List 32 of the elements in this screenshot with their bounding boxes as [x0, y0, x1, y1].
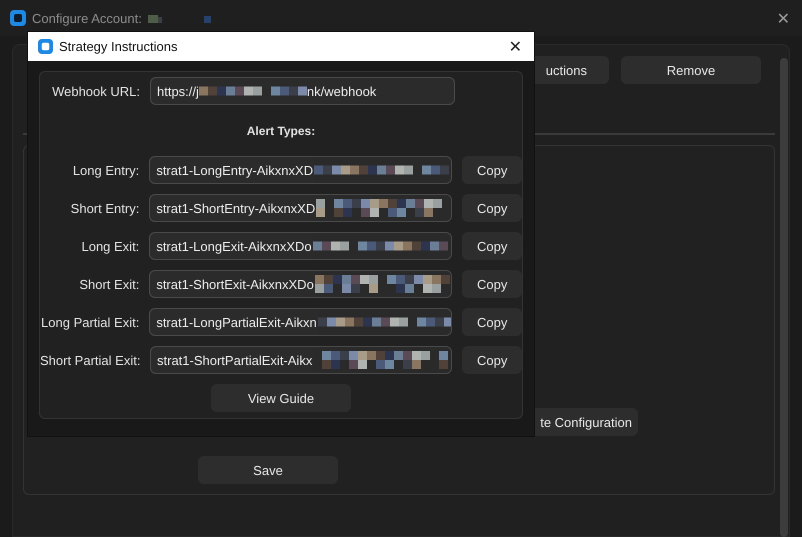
field-label: Short Partial Exit:: [40, 352, 142, 368]
copy-button[interactable]: Copy: [462, 270, 522, 298]
dialog-title: Strategy Instructions: [59, 39, 178, 54]
close-button[interactable]: ✕: [506, 37, 524, 56]
copy-button[interactable]: Copy: [462, 156, 522, 184]
save-button[interactable]: Save: [198, 456, 338, 484]
webhook-url-field[interactable]: https://j nk/webhook: [150, 77, 455, 105]
alert-id-field[interactable]: strat1-LongExit-AikxnxXDo: [149, 232, 452, 260]
window-title: Configure Account:: [32, 10, 142, 26]
alert-id-field[interactable]: strat1-ShortPartialExit-Aikx: [150, 346, 452, 374]
alert-id-field[interactable]: strat1-LongEntry-AikxnxXD: [149, 156, 452, 184]
remove-button[interactable]: Remove: [621, 56, 761, 84]
view-guide-button[interactable]: View Guide: [211, 384, 351, 412]
alert-id-field[interactable]: strat1-ShortExit-AikxnxXDo: [149, 270, 452, 298]
scrollbar[interactable]: [780, 58, 788, 537]
app-icon: [10, 10, 26, 26]
field-label: Long Exit:: [80, 238, 140, 254]
field-label: Webhook URL:: [51, 84, 141, 98]
redaction-mosaic: [148, 13, 212, 23]
copy-button[interactable]: Copy: [462, 232, 522, 260]
app-icon: [38, 39, 53, 54]
field-label: Short Entry:: [70, 200, 140, 216]
alert-id-field[interactable]: strat1-LongPartialExit-Aikxn: [149, 308, 452, 336]
copy-button[interactable]: Copy: [462, 346, 522, 374]
field-label: Long Entry:: [72, 162, 140, 178]
field-label: Long Partial Exit:: [40, 314, 140, 330]
close-button[interactable]: ✕: [774, 8, 792, 28]
section-heading: Alert Types:: [246, 124, 316, 138]
field-label: Short Exit:: [78, 276, 140, 292]
copy-button[interactable]: Copy: [462, 194, 522, 222]
copy-button[interactable]: Copy: [462, 308, 522, 336]
alert-id-field[interactable]: strat1-ShortEntry-AikxnxXD: [149, 194, 452, 222]
